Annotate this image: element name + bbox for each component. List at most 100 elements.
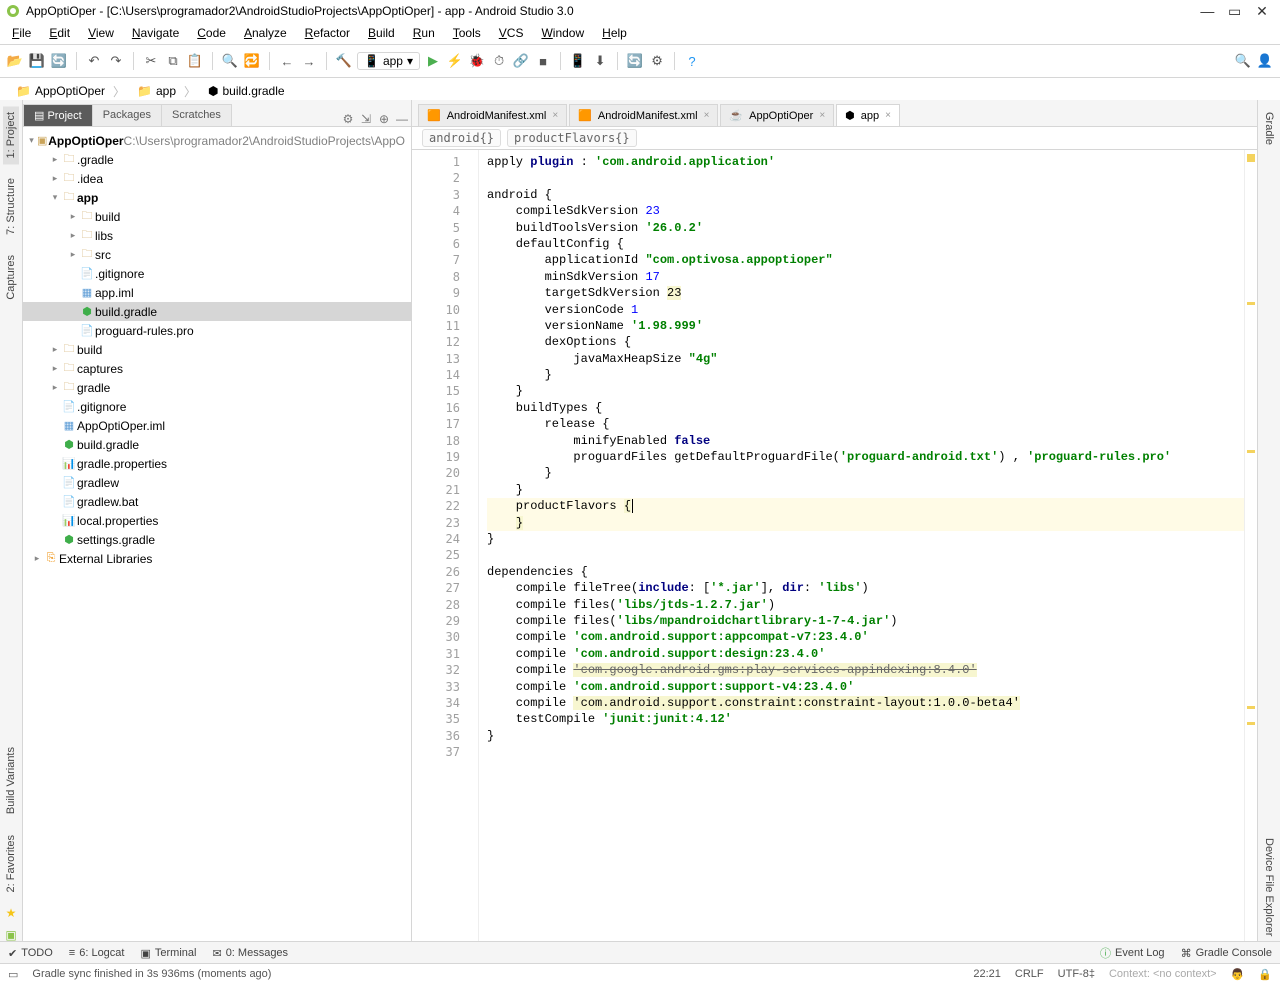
paste-icon[interactable]: 📋 [186,52,204,70]
tree-node[interactable]: 📄 gradlew.bat [23,492,411,511]
menu-vcs[interactable]: VCS [491,24,532,42]
locate-icon[interactable]: ⊕ [375,112,393,126]
apply-changes-icon[interactable]: ⚡ [446,52,464,70]
forward-icon[interactable]: → [300,52,318,70]
tool-tab-gradle[interactable]: Gradle [1261,106,1277,151]
cursor-position[interactable]: 22:21 [973,968,1001,980]
minimize-button[interactable]: — [1195,0,1219,22]
run-config-selector[interactable]: 📱 app ▾ [357,52,420,70]
tree-node[interactable]: ▸🗀 libs [23,226,411,245]
tree-node[interactable]: ▸⎘ External Libraries [23,549,411,568]
tree-node[interactable]: ▸🗀 build [23,207,411,226]
menu-code[interactable]: Code [189,24,234,42]
profile-icon[interactable]: ⏱ [490,52,508,70]
tree-node[interactable]: ▸🗀 gradle [23,378,411,397]
status-toggle-icon[interactable]: ▭ [8,968,18,981]
breadcrumb-item[interactable]: 📁AppOptiOper [4,80,113,102]
line-separator[interactable]: CRLF [1015,968,1044,980]
menu-analyze[interactable]: Analyze [236,24,295,42]
tree-node[interactable]: 📊 local.properties [23,511,411,530]
project-tree[interactable]: ▾▣ AppOptiOper C:\Users\programador2\And… [23,127,411,942]
close-tab-icon[interactable]: × [552,110,558,121]
collapse-icon[interactable]: ⇲ [357,112,375,126]
tool-tab-favorites[interactable]: 2: Favorites [3,829,19,898]
tree-node[interactable]: ▸🗀 captures [23,359,411,378]
editor-tab[interactable]: ☕AppOptiOper× [720,104,834,126]
menu-help[interactable]: Help [594,24,635,42]
menu-edit[interactable]: Edit [41,24,78,42]
gear-icon[interactable]: ⚙ [339,112,357,126]
project-tab-project[interactable]: ▤ Project [23,104,93,126]
tool-tab-gradle-console[interactable]: ⌘Gradle Console [1181,947,1272,960]
tree-node[interactable]: 📄 .gitignore [23,264,411,283]
tool-tab-structure[interactable]: 7: Structure [3,172,19,241]
hide-icon[interactable]: — [393,112,411,126]
project-tab-packages[interactable]: Packages [92,104,162,126]
tree-node[interactable]: ⬢ settings.gradle [23,530,411,549]
breadcrumb-item[interactable]: 📁app [125,80,184,102]
close-tab-icon[interactable]: × [704,110,710,121]
error-stripe[interactable] [1244,150,1257,942]
redo-icon[interactable]: ↷ [107,52,125,70]
replace-icon[interactable]: 🔁 [243,52,261,70]
tree-node[interactable]: 📊 gradle.properties [23,454,411,473]
menu-window[interactable]: Window [533,24,592,42]
project-tab-scratches[interactable]: Scratches [161,104,232,126]
scope-android[interactable]: android{} [422,129,501,147]
debug-icon[interactable]: 🐞 [468,52,486,70]
attach-icon[interactable]: 🔗 [512,52,530,70]
save-all-icon[interactable]: 💾 [28,52,46,70]
tree-node[interactable]: ▦ AppOptiOper.iml [23,416,411,435]
tree-node[interactable]: 📄 .gitignore [23,397,411,416]
tree-root[interactable]: ▾▣ AppOptiOper C:\Users\programador2\And… [23,131,411,150]
editor-tab[interactable]: 🟧AndroidManifest.xml× [418,104,567,126]
avd-icon[interactable]: 📱 [569,52,587,70]
tree-node[interactable]: ▦ app.iml [23,283,411,302]
tree-node[interactable]: 📄 proguard-rules.pro [23,321,411,340]
tool-tab-event-log[interactable]: ⓘEvent Log [1100,945,1165,961]
tree-node[interactable]: ⬢ build.gradle [23,302,411,321]
tool-tab-device-explorer[interactable]: Device File Explorer [1261,832,1277,942]
editor-gutter[interactable]: 1234567891011121314151617181920212223242… [412,150,479,942]
help-icon[interactable]: ? [683,52,701,70]
tool-tab-project[interactable]: 1: Project [3,106,19,164]
undo-icon[interactable]: ↶ [85,52,103,70]
maximize-button[interactable]: ▭ [1223,0,1247,22]
stop-icon[interactable]: ■ [534,52,552,70]
close-tab-icon[interactable]: × [819,110,825,121]
tree-node[interactable]: ▾🗀 app [23,188,411,207]
tool-tab-logcat[interactable]: ≡6: Logcat [69,947,125,959]
close-tab-icon[interactable]: × [885,110,891,121]
project-structure-icon[interactable]: ⚙ [648,52,666,70]
tool-tab-terminal[interactable]: ▣Terminal [140,947,196,960]
menu-run[interactable]: Run [405,24,443,42]
close-button[interactable]: ✕ [1250,0,1274,22]
tool-tab-messages[interactable]: ✉0: Messages [212,947,288,960]
user-icon[interactable]: 👤 [1256,52,1274,70]
menu-build[interactable]: Build [360,24,403,42]
menu-navigate[interactable]: Navigate [124,24,187,42]
menu-refactor[interactable]: Refactor [297,24,358,42]
menu-file[interactable]: File [4,24,39,42]
sync-gradle-icon[interactable]: 🔄 [626,52,644,70]
tool-tab-todo[interactable]: ✔TODO [8,947,53,960]
file-encoding[interactable]: UTF-8‡ [1058,968,1095,980]
tree-node[interactable]: ▸🗀 build [23,340,411,359]
cut-icon[interactable]: ✂ [142,52,160,70]
sync-icon[interactable]: 🔄 [50,52,68,70]
find-icon[interactable]: 🔍 [221,52,239,70]
make-icon[interactable]: 🔨 [335,52,353,70]
editor-code[interactable]: apply plugin : 'com.android.application'… [479,150,1244,942]
tree-node[interactable]: ▸🗀 .idea [23,169,411,188]
editor-tab[interactable]: 🟧AndroidManifest.xml× [569,104,718,126]
editor-tab[interactable]: ⬢app× [836,104,900,126]
tree-node[interactable]: ▸🗀 src [23,245,411,264]
sdk-icon[interactable]: ⬇ [591,52,609,70]
tree-node[interactable]: 📄 gradlew [23,473,411,492]
search-everywhere-icon[interactable]: 🔍 [1234,52,1252,70]
tool-tab-build-variants[interactable]: Build Variants [3,741,19,820]
scope-productflavors[interactable]: productFlavors{} [507,129,637,147]
tool-tab-captures[interactable]: Captures [3,249,19,306]
open-icon[interactable]: 📂 [6,52,24,70]
context-selector[interactable]: Context: <no context> [1109,968,1217,980]
